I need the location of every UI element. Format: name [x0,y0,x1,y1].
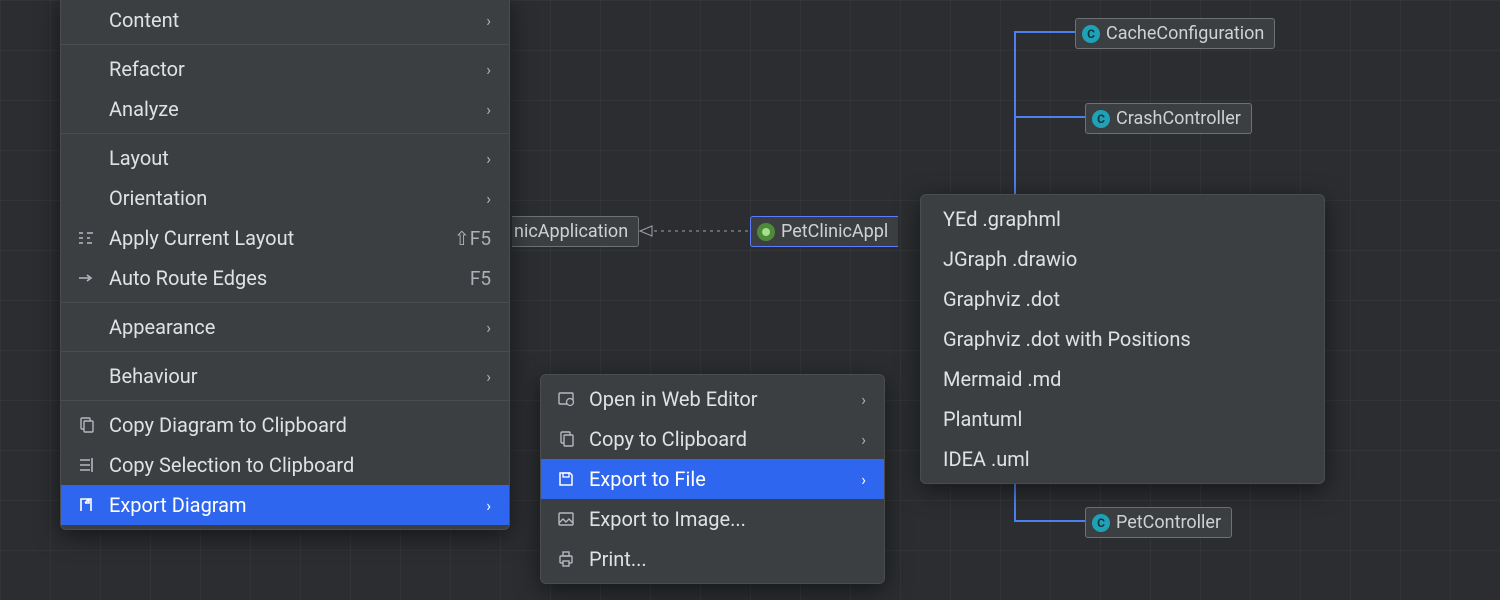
node-label: CrashController [1116,108,1241,129]
chevron-right-icon: › [861,390,866,409]
route-icon [75,269,97,287]
format-idea-uml[interactable]: IDEA .uml [921,439,1324,479]
export-icon [75,496,97,514]
menu-appearance[interactable]: Appearance › [61,307,509,347]
layout-icon [75,229,97,247]
menu-export-diagram[interactable]: Export Diagram › [61,485,509,525]
format-jgraph[interactable]: JGraph .drawio [921,239,1324,279]
format-mermaid[interactable]: Mermaid .md [921,359,1324,399]
print-icon [555,550,577,568]
chevron-right-icon: › [486,318,491,337]
submenu-export-file[interactable]: Export to File › [541,459,884,499]
shortcut-label: ⇧F5 [454,227,491,250]
menu-auto-route-edges[interactable]: Auto Route Edges F5 [61,258,509,298]
class-icon: C [1092,110,1110,128]
menu-separator [61,44,509,45]
chevron-right-icon: › [486,496,491,515]
chevron-right-icon: › [486,149,491,168]
menu-copy-diagram[interactable]: Copy Diagram to Clipboard [61,405,509,445]
node-petclinicapplication-left[interactable]: nicApplication [512,216,639,247]
copy-selection-icon [75,456,97,474]
globe-icon [555,390,577,408]
node-label: PetClinicAppl [781,221,888,242]
node-cacheconfiguration[interactable]: C CacheConfiguration [1075,18,1275,49]
copy-icon [555,430,577,448]
menu-separator [61,400,509,401]
submenu-copy-clipboard[interactable]: Copy to Clipboard › [541,419,884,459]
menu-behaviour[interactable]: Behaviour › [61,356,509,396]
node-petcontroller[interactable]: C PetController [1085,507,1232,538]
export-format-submenu: YEd .graphml JGraph .drawio Graphviz .do… [920,194,1325,484]
menu-orientation[interactable]: Orientation › [61,178,509,218]
menu-separator [61,133,509,134]
shortcut-label: F5 [470,267,491,290]
context-menu: Content › Refactor › Analyze › Layout › … [60,0,510,530]
menu-analyze[interactable]: Analyze › [61,89,509,129]
class-icon: C [1092,514,1110,532]
submenu-open-web[interactable]: Open in Web Editor › [541,379,884,419]
chevron-right-icon: › [861,470,866,489]
chevron-right-icon: › [486,367,491,386]
chevron-right-icon: › [486,11,491,30]
class-icon: C [1082,25,1100,43]
node-crashcontroller[interactable]: C CrashController [1085,103,1252,134]
submenu-export-image[interactable]: Export to Image... [541,499,884,539]
format-graphviz[interactable]: Graphviz .dot [921,279,1324,319]
node-label: CacheConfiguration [1106,23,1264,44]
node-label: PetController [1116,512,1221,533]
format-plantuml[interactable]: Plantuml [921,399,1324,439]
menu-apply-current-layout[interactable]: Apply Current Layout ⇧F5 [61,218,509,258]
menu-separator [61,302,509,303]
submenu-print[interactable]: Print... [541,539,884,579]
copy-icon [75,416,97,434]
menu-layout[interactable]: Layout › [61,138,509,178]
node-label: nicApplication [514,221,628,242]
export-submenu: Open in Web Editor › Copy to Clipboard ›… [540,374,885,584]
save-icon [555,470,577,488]
image-icon [555,510,577,528]
menu-copy-selection[interactable]: Copy Selection to Clipboard [61,445,509,485]
chevron-right-icon: › [486,100,491,119]
format-graphviz-positions[interactable]: Graphviz .dot with Positions [921,319,1324,359]
menu-content[interactable]: Content › [61,0,509,40]
chevron-right-icon: › [486,60,491,79]
format-yed[interactable]: YEd .graphml [921,199,1324,239]
menu-refactor[interactable]: Refactor › [61,49,509,89]
menu-separator [61,351,509,352]
spring-icon [757,223,775,241]
chevron-right-icon: › [861,430,866,449]
chevron-right-icon: › [486,189,491,208]
node-petclinicappltests[interactable]: PetClinicAppl [750,216,898,247]
